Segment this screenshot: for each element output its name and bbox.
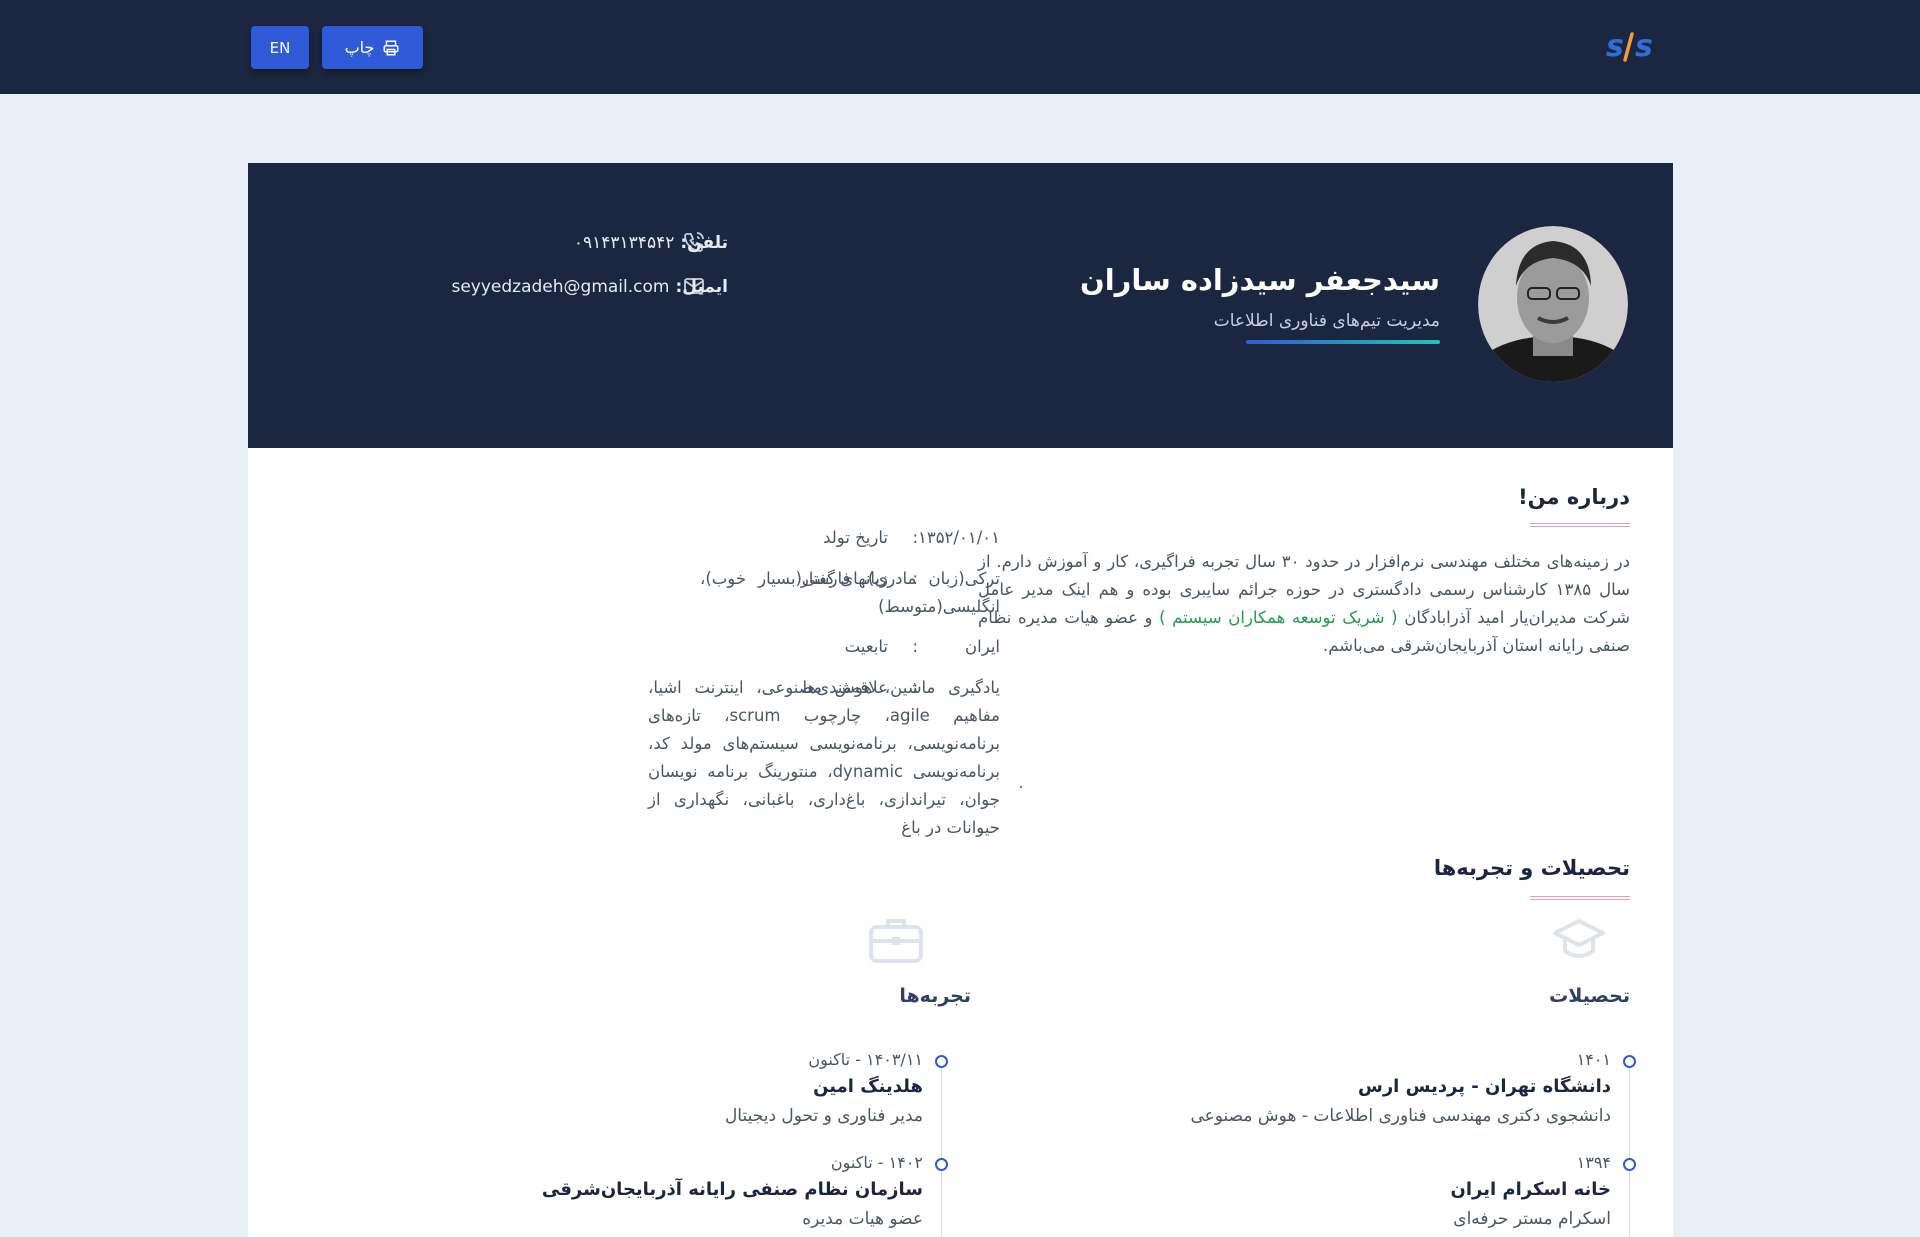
top-bar: s s چاپ EN — [0, 0, 1920, 94]
resume-title-underline — [1530, 896, 1630, 900]
email-label: ایمیل: — [675, 277, 728, 297]
email-value[interactable]: seyyedzadeh@gmail.com — [451, 277, 669, 297]
avatar — [1478, 226, 1628, 382]
language-button[interactable]: EN — [251, 26, 309, 69]
birth-value: ۱۳۵۲/۰۱/۰۱ — [917, 528, 1000, 547]
svg-text:s: s — [1606, 29, 1624, 64]
sjs-logo[interactable]: s s — [1604, 26, 1660, 66]
experience-company: هلدینگ امین — [813, 1076, 923, 1097]
education-desc: دانشجوی دکتری مهندسی فناوری اطلاعات - هو… — [1190, 1106, 1611, 1126]
timeline-dot — [935, 1055, 948, 1068]
education-date: ۱۴۰۱ — [1576, 1050, 1611, 1069]
about-text: در زمینه‌های مختلف مهندسی نرم‌افزار در ح… — [978, 548, 1630, 660]
experience-role: مدیر فناوری و تحول دیجیتال — [724, 1106, 923, 1126]
phone-contact: تلفن: ۰۹۱۴۳۱۳۴۵۴۲ — [574, 233, 728, 253]
languages-value: ترکی(زبان مادری)، فارسی(بسیار خوب)، انگل… — [700, 569, 1000, 616]
experience-date: ۱۴۰۳/۱۱ - تاکنون — [808, 1050, 923, 1069]
profile-header: سیدجعفر سیدزاده ساران مدیریت تیم‌های فنا… — [248, 163, 1673, 448]
education-date: ۱۳۹۴ — [1576, 1153, 1611, 1172]
resume-card: سیدجعفر سیدزاده ساران مدیریت تیم‌های فنا… — [248, 163, 1673, 1237]
phone-label: تلفن: — [680, 233, 728, 253]
education-school: دانشگاه تهران - پردیس ارس — [1357, 1076, 1611, 1097]
experience-date: ۱۴۰۲ - تاکنون — [830, 1153, 923, 1172]
education-timeline — [1629, 1056, 1630, 1237]
timeline-dot — [1623, 1158, 1636, 1171]
svg-text:s: s — [1635, 29, 1653, 64]
about-title-underline — [1530, 523, 1630, 527]
language-label: EN — [269, 38, 291, 57]
education-school: خانه اسکرام ایران — [1450, 1179, 1612, 1200]
profile-job-title: مدیریت تیم‌های فناوری اطلاعات — [1213, 311, 1440, 331]
experience-timeline — [941, 1056, 942, 1237]
experience-title: تجربه‌ها — [899, 985, 971, 1007]
nationality-value: ایران — [965, 637, 1000, 656]
timeline-dot — [935, 1158, 948, 1171]
experience-role: عضو هیات مدیره — [802, 1209, 923, 1229]
printer-icon — [383, 40, 399, 55]
print-label: چاپ — [344, 38, 375, 57]
about-highlight: ( شریک توسعه همکاران سیستم ) — [1159, 608, 1398, 627]
timeline-dot — [1623, 1055, 1636, 1068]
phone-value[interactable]: ۰۹۱۴۳۱۳۴۵۴۲ — [574, 233, 674, 253]
education-desc: اسکرام مستر حرفه‌ای — [1453, 1209, 1611, 1229]
email-contact: ایمیل: seyyedzadeh@gmail.com — [451, 277, 728, 297]
education-title: تحصیلات — [1549, 985, 1630, 1007]
about-title: درباره من! — [1518, 485, 1630, 509]
graduation-cap-icon — [1553, 919, 1605, 958]
interests-value: یادگیری ماشین، هوش مصنوعی، اینترنت اشیا،… — [648, 678, 1000, 837]
profile-name: سیدجعفر سیدزاده ساران — [1079, 263, 1440, 297]
experience-company: سازمان نظام صنفی رایانه آذربایجان‌شرقی — [541, 1179, 923, 1200]
resume-title: تحصیلات و تجربه‌ها — [1433, 856, 1630, 880]
job-title-underline — [1246, 340, 1440, 344]
print-button[interactable]: چاپ — [322, 26, 423, 69]
briefcase-icon — [869, 919, 923, 963]
stray-dot — [1020, 786, 1022, 788]
